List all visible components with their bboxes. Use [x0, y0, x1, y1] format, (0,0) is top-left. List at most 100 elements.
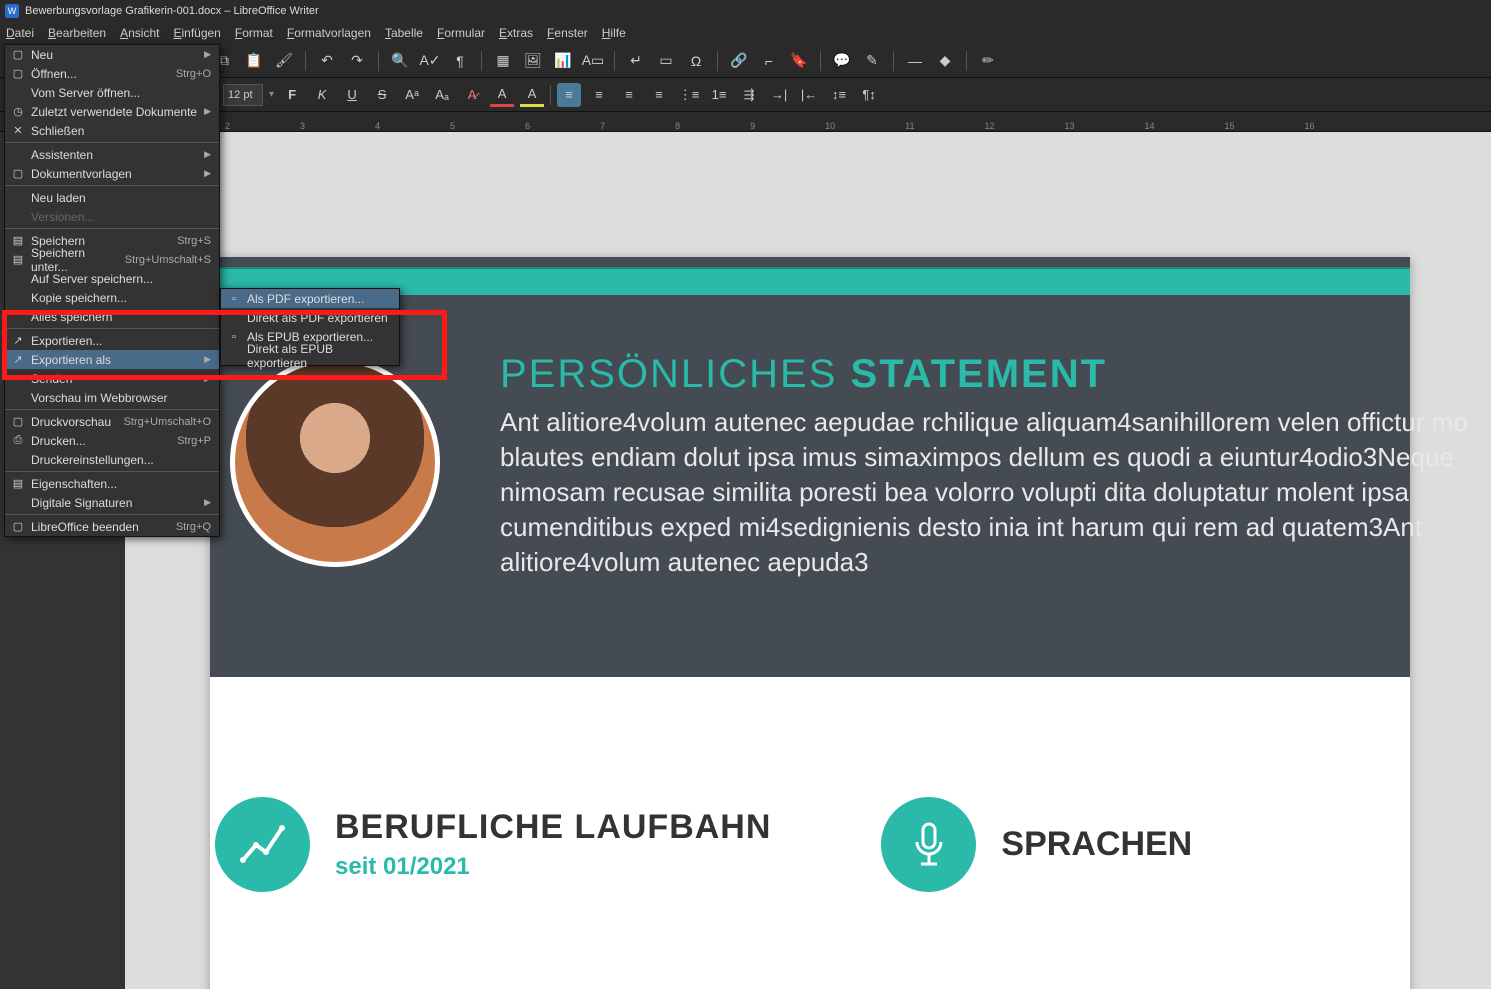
menu-datei[interactable]: Datei [6, 26, 34, 40]
menu-item-alles-speichern[interactable]: Alles speichern [5, 307, 219, 326]
menu-item-icon: ◷ [9, 105, 27, 118]
align-justify-button[interactable]: ≡ [647, 83, 671, 107]
highlight-button[interactable]: A [520, 83, 544, 107]
footnote-button[interactable]: ⌐ [757, 49, 781, 73]
menu-item-label: Digitale Signaturen [27, 496, 204, 510]
menu-item-assistenten[interactable]: Assistenten▶ [5, 145, 219, 164]
menu-item-druckvorschau[interactable]: ▢DruckvorschauStrg+Umschalt+O [5, 412, 219, 431]
font-size-combo[interactable]: 12 pt [223, 84, 263, 106]
menu-item-neu[interactable]: ▢Neu▶ [5, 45, 219, 64]
file-menu-dropdown[interactable]: ▢Neu▶▢Öffnen...Strg+OVom Server öffnen..… [4, 44, 220, 537]
menu-item--ffnen-[interactable]: ▢Öffnen...Strg+O [5, 64, 219, 83]
menu-extras[interactable]: Extras [499, 26, 533, 40]
menu-item-drucken-[interactable]: ⎙Drucken...Strg+P [5, 431, 219, 450]
menu-item-auf-server-speichern-[interactable]: Auf Server speichern... [5, 269, 219, 288]
track-changes-button[interactable]: ✎ [860, 49, 884, 73]
menu-item-label: Neu laden [27, 191, 211, 205]
menu-item-label: Öffnen... [27, 67, 176, 81]
number-list-button[interactable]: 1≡ [707, 83, 731, 107]
redo-button[interactable]: ↷ [345, 49, 369, 73]
page-break-button[interactable]: ↵ [624, 49, 648, 73]
menu-fenster[interactable]: Fenster [547, 26, 588, 40]
draw-functions-button[interactable]: ✏ [976, 49, 1000, 73]
submenu-item-als-pdf-exportieren-[interactable]: ▫Als PDF exportieren... [221, 289, 399, 308]
menu-item-zuletzt-verwendete-dokumente[interactable]: ◷Zuletzt verwendete Dokumente▶ [5, 102, 219, 121]
image-button[interactable]: 🖼 [521, 49, 545, 73]
menu-item-eigenschaften-[interactable]: ▤Eigenschaften... [5, 474, 219, 493]
outline-button[interactable]: ⇶ [737, 83, 761, 107]
special-char-button[interactable]: Ω [684, 49, 708, 73]
ruler-mark: 11 [905, 121, 914, 131]
menu-hilfe[interactable]: Hilfe [602, 26, 626, 40]
menu-item-exportieren-[interactable]: ↗Exportieren... [5, 331, 219, 350]
subscript-button[interactable]: Aₐ [430, 83, 454, 107]
menu-item-druckereinstellungen-[interactable]: Druckereinstellungen... [5, 450, 219, 469]
applicant-photo [230, 357, 440, 567]
menu-formatvorlagen[interactable]: Formatvorlagen [287, 26, 371, 40]
shapes-button[interactable]: ◆ [933, 49, 957, 73]
document-workspace[interactable]: PERSÖNLICHES STATEMENT Ant alitiore4volu… [125, 132, 1491, 989]
clone-format-button[interactable]: 🖌 [272, 49, 296, 73]
export-as-submenu[interactable]: ▫Als PDF exportieren...Direkt als PDF ex… [220, 288, 400, 366]
menu-tabelle[interactable]: Tabelle [385, 26, 423, 40]
font-color-button[interactable]: A [490, 83, 514, 107]
superscript-button[interactable]: Aᵃ [400, 83, 424, 107]
menu-item-neu-laden[interactable]: Neu laden [5, 188, 219, 207]
menu-item-label: Senden [27, 372, 204, 386]
field-button[interactable]: ▭ [654, 49, 678, 73]
align-right-button[interactable]: ≡ [617, 83, 641, 107]
comment-button[interactable]: 💬 [830, 49, 854, 73]
italic-button[interactable]: K [310, 83, 334, 107]
find-button[interactable]: 🔍 [388, 49, 412, 73]
menu-item-speichern-unter-[interactable]: ▤Speichern unter...Strg+Umschalt+S [5, 250, 219, 269]
menu-item-dokumentvorlagen[interactable]: ▢Dokumentvorlagen▶ [5, 164, 219, 183]
clear-format-button[interactable]: A̷ [460, 83, 484, 107]
bookmark-button[interactable]: 🔖 [787, 49, 811, 73]
align-center-button[interactable]: ≡ [587, 83, 611, 107]
align-left-button[interactable]: ≡ [557, 83, 581, 107]
menu-item-vom-server-ffnen-[interactable]: Vom Server öffnen... [5, 83, 219, 102]
para-spacing-button[interactable]: ¶↕ [857, 83, 881, 107]
chart-button[interactable]: 📊 [551, 49, 575, 73]
menu-item-libreoffice-beenden[interactable]: ▢LibreOffice beendenStrg+Q [5, 517, 219, 536]
formatting-marks-button[interactable]: ¶ [448, 49, 472, 73]
menu-einfügen[interactable]: Einfügen [173, 26, 220, 40]
line-spacing-button[interactable]: ↕≡ [827, 83, 851, 107]
strikethrough-button[interactable]: S [370, 83, 394, 107]
ruler-mark: 2 [225, 121, 230, 131]
menu-item-label: Vorschau im Webbrowser [27, 391, 211, 405]
underline-button[interactable]: U [340, 83, 364, 107]
menu-formular[interactable]: Formular [437, 26, 485, 40]
indent-dec-button[interactable]: |← [797, 83, 821, 107]
submenu-item-label: Als PDF exportieren... [243, 292, 391, 306]
menu-item-label: Alles speichern [27, 310, 211, 324]
table-button[interactable]: ▦ [491, 49, 515, 73]
line-button[interactable]: — [903, 49, 927, 73]
window-title: Bewerbungsvorlage Grafikerin-001.docx – … [25, 5, 319, 17]
menu-item-schlie-en[interactable]: ✕Schließen [5, 121, 219, 140]
menu-item-label: Zuletzt verwendete Dokumente [27, 105, 204, 119]
ruler-mark: 14 [1145, 121, 1155, 131]
menu-item-digitale-signaturen[interactable]: Digitale Signaturen▶ [5, 493, 219, 512]
paste-button[interactable]: 📋 [242, 49, 266, 73]
submenu-item-direkt-als-epub-exportieren[interactable]: Direkt als EPUB exportieren [221, 346, 399, 365]
menu-item-exportieren-als[interactable]: ↗Exportieren als▶ [5, 350, 219, 369]
menu-item-label: Drucken... [27, 434, 177, 448]
menu-item-vorschau-im-webbrowser[interactable]: Vorschau im Webbrowser [5, 388, 219, 407]
horizontal-ruler[interactable]: 2345678910111213141516 [0, 112, 1491, 132]
bold-button[interactable]: F [280, 83, 304, 107]
spellcheck-button[interactable]: A✓ [418, 49, 442, 73]
menu-ansicht[interactable]: Ansicht [120, 26, 159, 40]
menu-item-senden[interactable]: Senden▶ [5, 369, 219, 388]
undo-button[interactable]: ↶ [315, 49, 339, 73]
bullet-list-button[interactable]: ⋮≡ [677, 83, 701, 107]
menu-bearbeiten[interactable]: Bearbeiten [48, 26, 106, 40]
submenu-arrow-icon: ▶ [204, 497, 211, 508]
submenu-item-direkt-als-pdf-exportieren[interactable]: Direkt als PDF exportieren [221, 308, 399, 327]
menu-item-kopie-speichern-[interactable]: Kopie speichern... [5, 288, 219, 307]
ruler-mark: 5 [450, 121, 455, 131]
textbox-button[interactable]: A▭ [581, 49, 605, 73]
indent-inc-button[interactable]: →| [767, 83, 791, 107]
menu-format[interactable]: Format [235, 26, 273, 40]
hyperlink-button[interactable]: 🔗 [727, 49, 751, 73]
